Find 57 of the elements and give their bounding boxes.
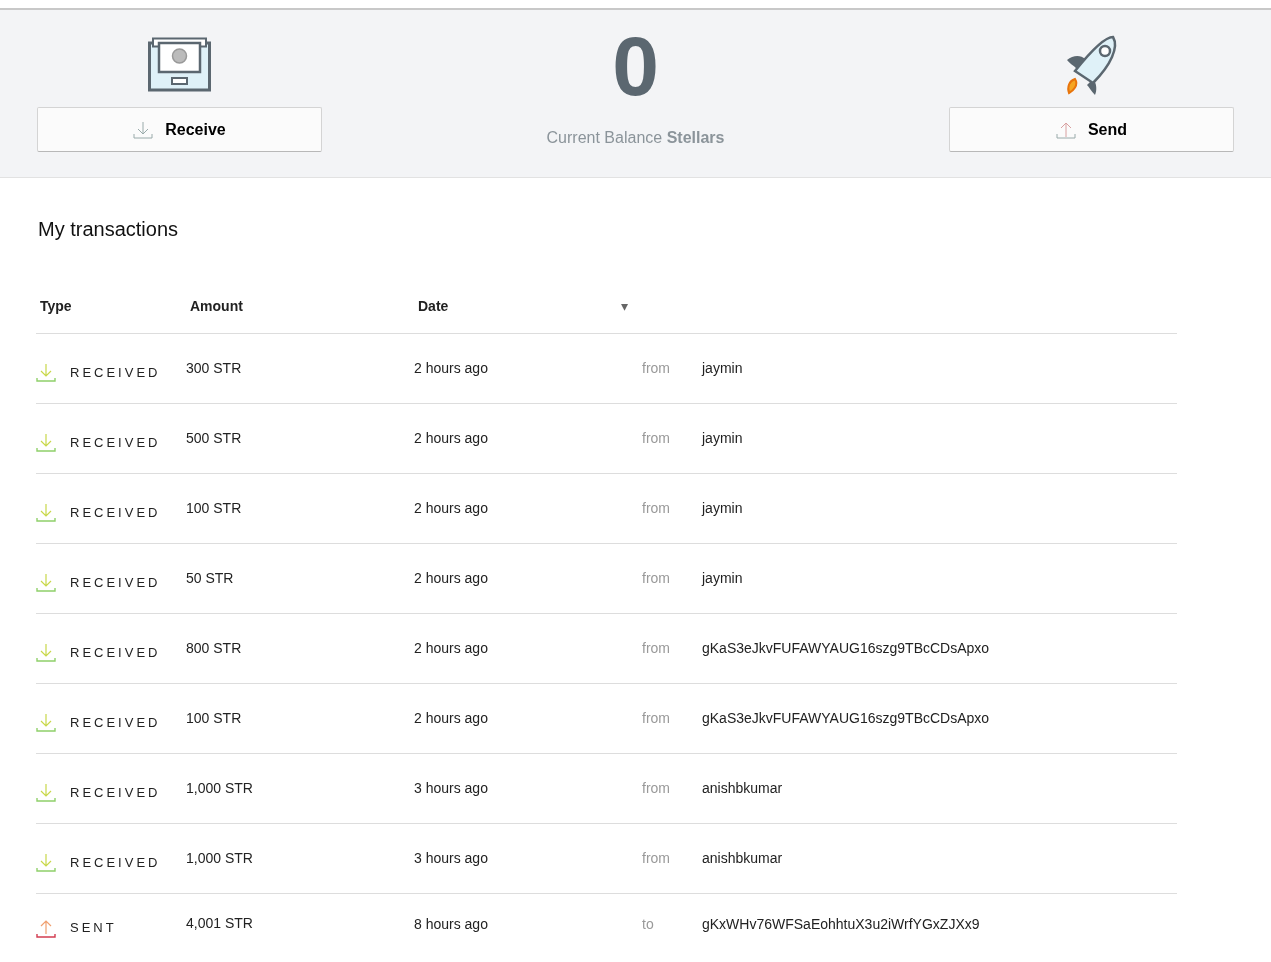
date-cell-text: 2 hours ago [414, 499, 489, 518]
counterparty-cell-text: anishbkumar [702, 779, 783, 798]
column-header[interactable]: Date [414, 296, 621, 317]
direction-label: from [642, 639, 671, 658]
counterparty-cell-text: gKaS3eJkvFUFAWYAUG16szg9TBcCDsApxo [702, 709, 990, 728]
direction-label: from [642, 499, 671, 518]
amount-cell-text: 1,000 STR [186, 848, 254, 868]
transaction-type: RECEIVED [70, 853, 161, 872]
date-cell-text: 2 hours ago [414, 429, 489, 448]
amount-cell-text: 4,001 STR [186, 914, 254, 933]
counterparty-cell-text: jaymin [702, 499, 743, 518]
section-title: My transactions [38, 217, 180, 242]
transaction-type: RECEIVED [70, 433, 161, 452]
balance-amount: 0 [612, 24, 659, 108]
amount-cell-text: 500 STR [186, 428, 243, 448]
date-cell-text: 8 hours ago [414, 914, 489, 934]
transaction-type: RECEIVED [70, 503, 161, 522]
cash-drawer-icon [148, 37, 211, 92]
transaction-type: RECEIVED [70, 363, 161, 382]
sort-indicator[interactable]: ▾ [621, 296, 628, 317]
balance-label: Current Balance Stellars [546, 128, 725, 148]
direction-label: from [642, 779, 671, 798]
counterparty-cell-text: anishbkumar [702, 849, 783, 868]
download-icon [133, 120, 154, 139]
direction-label: from [642, 709, 671, 728]
upload-icon [1055, 120, 1076, 139]
amount-cell-text: 100 STR [186, 498, 243, 518]
amount-cell-text: 300 STR [186, 358, 243, 378]
amount-cell-text: 100 STR [186, 708, 243, 728]
counterparty-cell-text: jaymin [702, 359, 743, 378]
transaction-type: RECEIVED [70, 643, 161, 662]
amount-cell-text: 800 STR [186, 638, 243, 658]
transaction-type: RECEIVED [70, 713, 161, 732]
send-button[interactable]: Send [949, 107, 1234, 152]
direction-label: from [642, 849, 671, 868]
counterparty-cell-text: gKxWHv76WFSaEohhtuX3u2iWrfYGxZJXx9 [702, 914, 980, 934]
transaction-type: SENT [70, 919, 117, 938]
transaction-type: RECEIVED [70, 573, 161, 592]
amount-cell-text: 50 STR [186, 568, 235, 588]
date-cell-text: 3 hours ago [414, 849, 489, 868]
column-header[interactable]: Amount [186, 296, 414, 317]
direction-label: to [642, 914, 655, 934]
direction-label: from [642, 359, 671, 378]
date-cell-text: 2 hours ago [414, 639, 489, 658]
date-cell-text: 3 hours ago [414, 779, 489, 798]
counterparty-cell-text: gKaS3eJkvFUFAWYAUG16szg9TBcCDsApxo [702, 639, 990, 658]
counterparty-cell-text: jaymin [702, 569, 743, 588]
direction-label: from [642, 429, 671, 448]
transaction-type: RECEIVED [70, 783, 161, 802]
counterparty-cell-text: jaymin [702, 429, 743, 448]
column-header[interactable]: Type [36, 296, 186, 317]
date-cell-text: 2 hours ago [414, 709, 489, 728]
date-cell-text: 2 hours ago [414, 359, 489, 378]
direction-label: from [642, 569, 671, 588]
date-cell-text: 2 hours ago [414, 569, 489, 588]
receive-button[interactable]: Receive [37, 107, 322, 152]
amount-cell-text: 1,000 STR [186, 778, 254, 798]
